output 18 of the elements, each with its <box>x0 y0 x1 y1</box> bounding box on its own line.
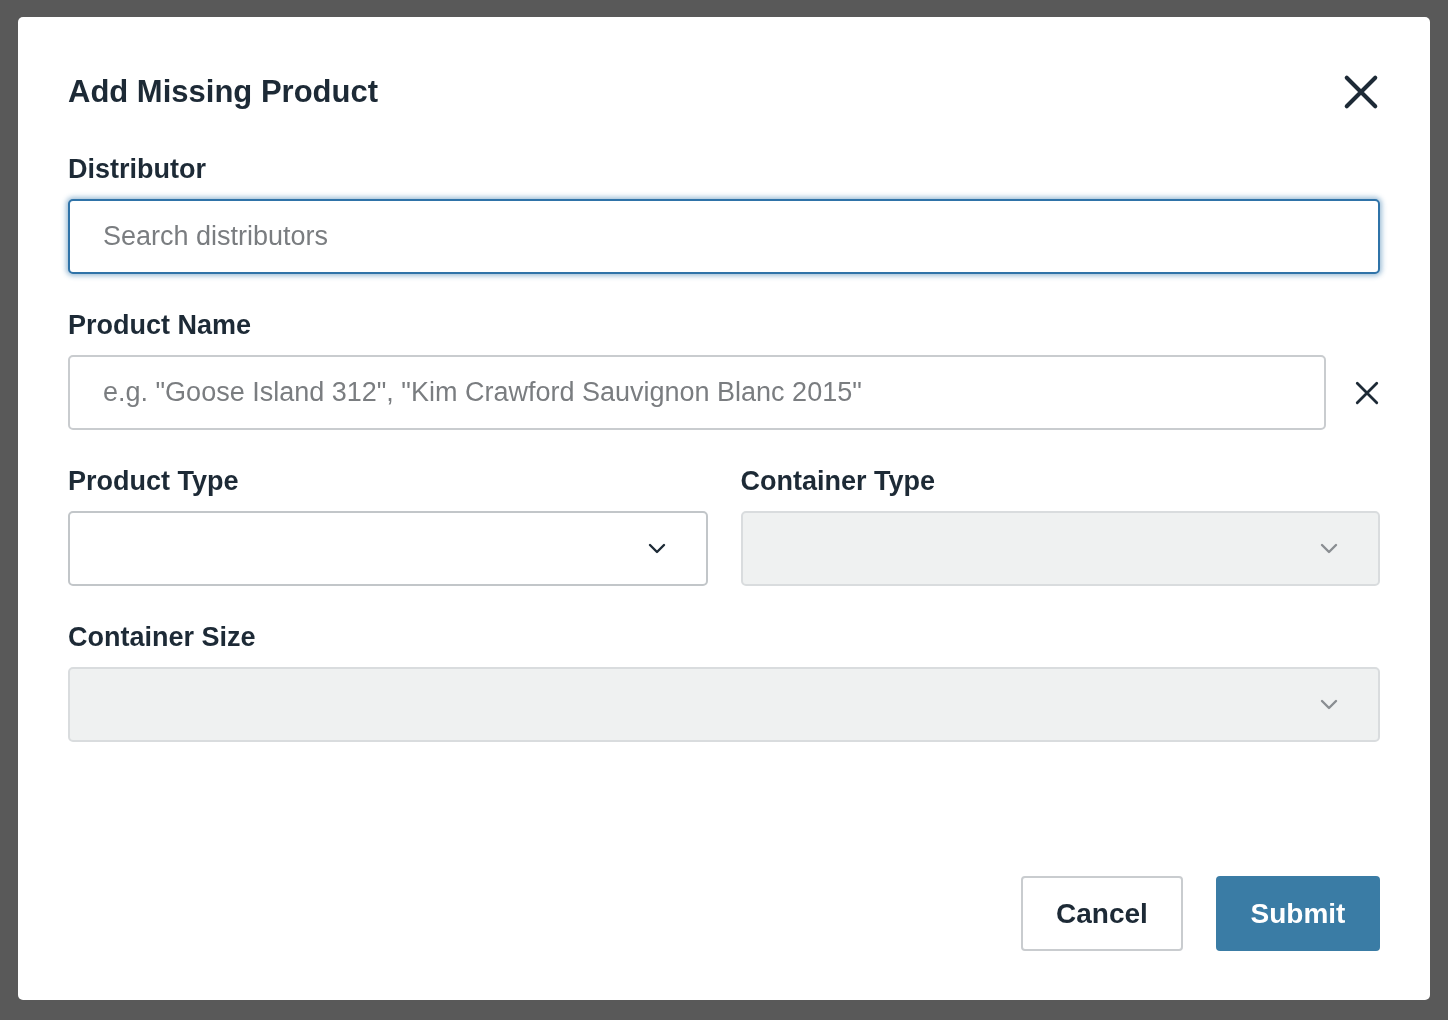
cancel-button[interactable]: Cancel <box>1021 876 1183 951</box>
search-field[interactable]: Search distributors <box>68 199 1380 274</box>
input-field[interactable]: e.g. "Goose Island 312", "Kim Crawford Sauvignon Blanc 2015" <box>68 355 1326 430</box>
field-label: Product Type <box>68 466 240 497</box>
chevron-down-icon <box>1320 542 1338 555</box>
close-icon <box>1342 73 1380 111</box>
chevron-down-icon <box>647 542 666 555</box>
dropdown-select[interactable] <box>68 511 708 586</box>
field-label: Distributor <box>68 154 207 185</box>
close-icon <box>1354 379 1380 406</box>
field-label: Container Type <box>740 466 937 497</box>
dialog-title: Add Missing Product <box>68 74 378 110</box>
submit-button[interactable]: Submit <box>1216 876 1380 951</box>
chevron-down-icon <box>1320 698 1338 711</box>
clear-button[interactable] <box>1354 379 1380 406</box>
field-label: Container Size <box>68 622 257 653</box>
field-label: Product Name <box>68 310 253 341</box>
close-button[interactable] <box>1342 73 1380 111</box>
